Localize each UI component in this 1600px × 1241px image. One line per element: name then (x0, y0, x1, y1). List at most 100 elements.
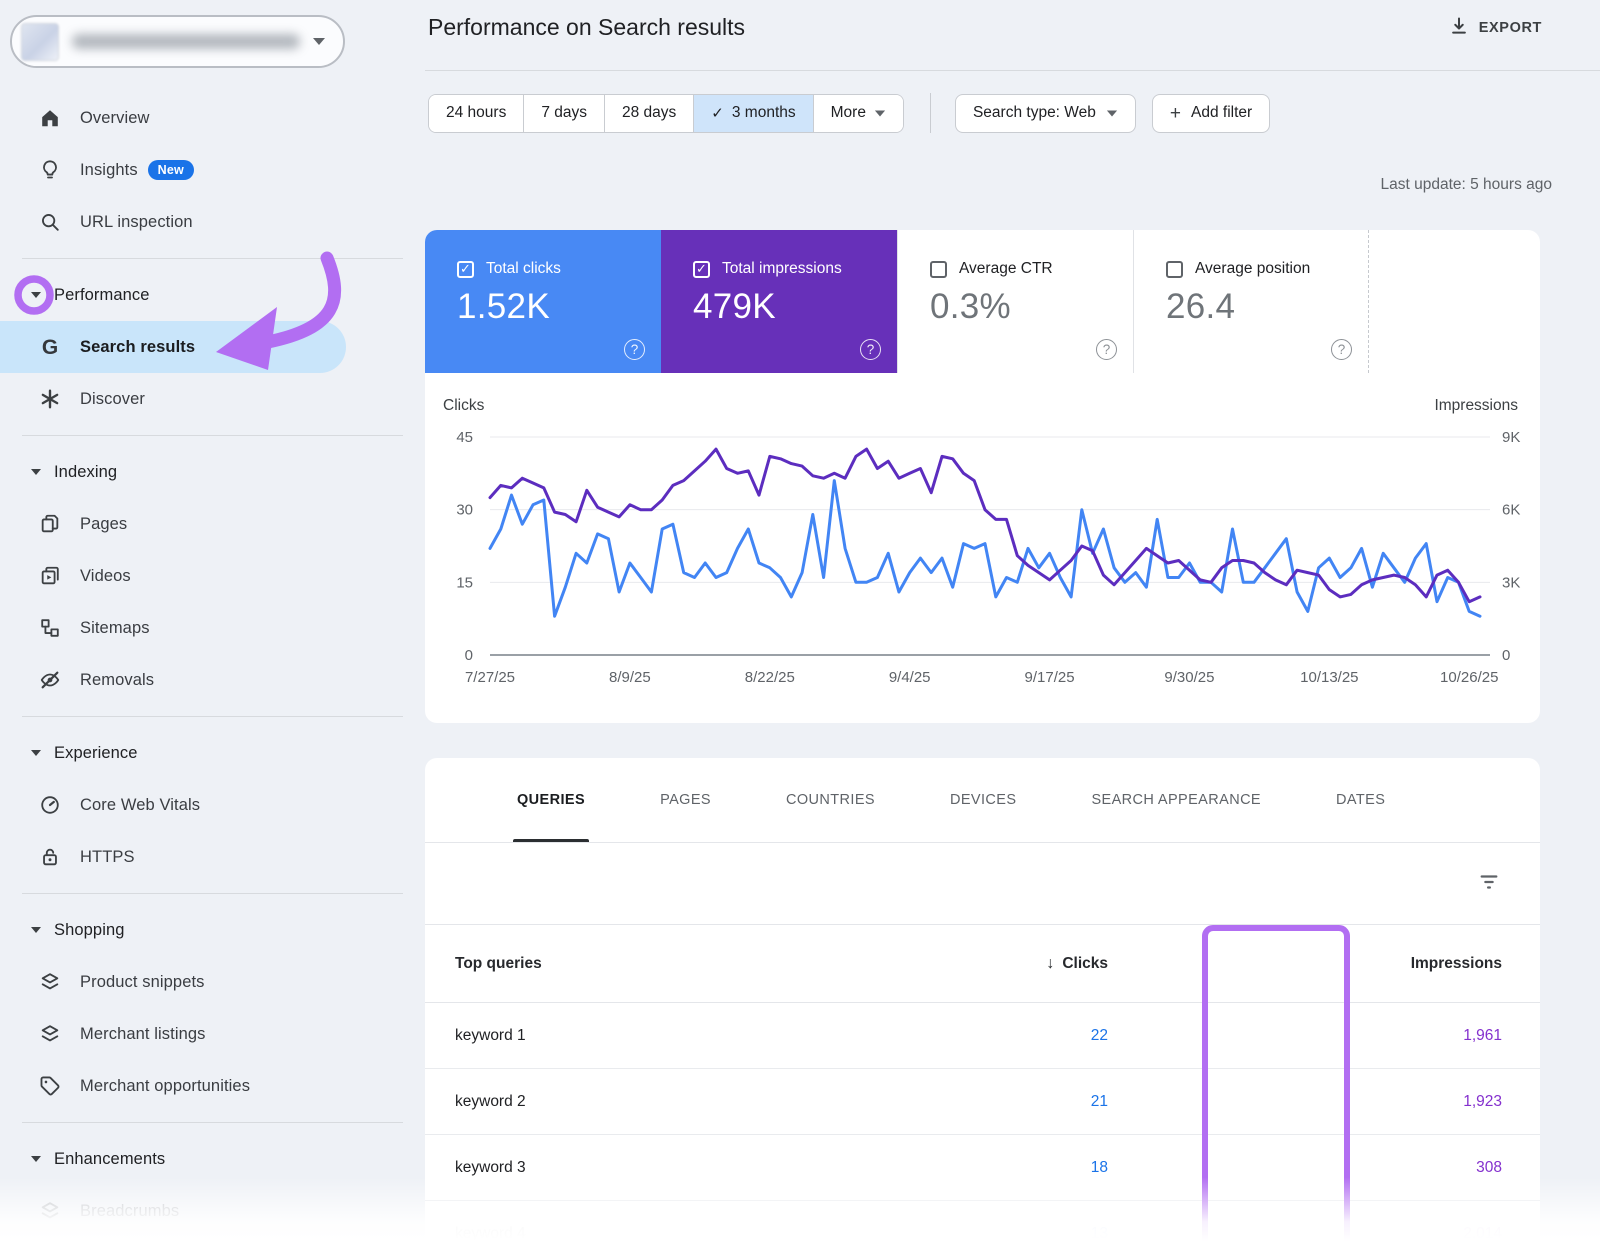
checked-checkbox[interactable]: ✓ (457, 261, 474, 278)
table-row[interactable]: keyword 3 18 308 (425, 1135, 1540, 1201)
date-range-group: 24 hours 7 days28 days✓3 monthsMore (428, 94, 904, 133)
clicks-cell[interactable]: 18 (1008, 1159, 1108, 1177)
clicks-cell[interactable]: 13 (1008, 1225, 1108, 1241)
table-row[interactable]: keyword 4 13 2,014 (425, 1201, 1540, 1241)
query-cell: keyword 2 (425, 1093, 1008, 1111)
date-range-24-hours[interactable]: 24 hours (429, 95, 524, 132)
metric-card-total-impressions[interactable]: ✓ Total impressions 479K ? (661, 230, 897, 373)
table-row[interactable]: keyword 1 22 1,961 (425, 1003, 1540, 1069)
sidebar-item-label: Merchant listings (80, 1025, 206, 1044)
filter-icon[interactable] (1478, 871, 1500, 898)
impressions-cell[interactable]: 1,923 (1343, 1093, 1540, 1111)
metric-card-average-position[interactable]: Average position 26.4 ? (1133, 230, 1369, 373)
queries-table-panel: QUERIES PAGES COUNTRIES DEVICES SEARCH APPEA… (425, 758, 1540, 1241)
query-cell: keyword 4 (425, 1225, 1008, 1241)
sidebar-item-insights[interactable]: InsightsNew (0, 144, 425, 196)
metric-card-total-clicks[interactable]: ✓ Total clicks 1.52K ? (425, 230, 661, 373)
x-axis-tick: 10/26/25 (1440, 669, 1498, 686)
table-filter-row (425, 843, 1540, 925)
tab-countries[interactable]: COUNTRIES (786, 758, 875, 842)
metric-card-average-ctr[interactable]: Average CTR 0.3% ? (897, 230, 1133, 373)
date-range-7-days[interactable]: 7 days (524, 95, 605, 132)
sidebar-item-removals[interactable]: Removals (0, 654, 425, 706)
sidebar-item-label: Discover (80, 390, 145, 409)
sidebar-item-product-snippets[interactable]: Product snippets (0, 956, 425, 1008)
metric-value: 1.52K (457, 287, 661, 327)
impressions-cell[interactable]: 2,014 (1343, 1225, 1540, 1241)
date-range-label: 24 hours (446, 104, 506, 122)
property-selector[interactable] (10, 15, 345, 68)
sidebar-item-core-web-vitals[interactable]: Core Web Vitals (0, 779, 425, 831)
sidebar-item-discover[interactable]: Discover (0, 373, 425, 425)
column-header-impressions[interactable]: Impressions (1343, 955, 1540, 973)
tab-pages[interactable]: PAGES (660, 758, 711, 842)
sidebar-divider (22, 716, 403, 717)
clicks-cell[interactable]: 22 (1008, 1027, 1108, 1045)
help-icon[interactable]: ? (624, 339, 645, 360)
sidebar-item-videos[interactable]: Videos (0, 550, 425, 602)
metric-cards-row: ✓ Total clicks 1.52K ? ✓ Total impressio… (425, 230, 1540, 373)
impressions-cell[interactable]: 308 (1343, 1159, 1540, 1177)
layers-icon (38, 971, 62, 993)
video-icon (38, 565, 62, 587)
sidebar-item-label: URL inspection (80, 213, 193, 232)
home-icon (38, 107, 62, 129)
date-range-28-days[interactable]: 28 days (605, 95, 694, 132)
sidebar-section-label: Shopping (54, 921, 125, 940)
sidebar-item-label: Core Web Vitals (80, 796, 200, 815)
search-type-label: Search type: Web (973, 104, 1096, 122)
table-row[interactable]: keyword 2 21 1,923 (425, 1069, 1540, 1135)
sidebar-section-label: Indexing (54, 463, 117, 482)
export-button[interactable]: EXPORT (1449, 16, 1542, 40)
add-filter-button[interactable]: + Add filter (1152, 94, 1270, 133)
x-axis-tick: 9/4/25 (889, 669, 931, 686)
sidebar-item-pages[interactable]: Pages (0, 498, 425, 550)
clicks-header-label: Clicks (1062, 955, 1108, 973)
metric-value: 0.3% (930, 287, 1133, 327)
sidebar-section-shopping[interactable]: Shopping (0, 904, 425, 956)
column-header-clicks[interactable]: ↓ Clicks (1008, 955, 1108, 973)
clicks-cell[interactable]: 21 (1008, 1093, 1108, 1111)
sidebar-item-overview[interactable]: Overview (0, 92, 425, 144)
help-icon[interactable]: ? (1096, 339, 1117, 360)
sidebar-section-enhancements[interactable]: Enhancements (0, 1133, 425, 1185)
right-axis-tick: 9K (1502, 429, 1520, 446)
plus-icon: + (1170, 104, 1181, 123)
sidebar-item-merchant-listings[interactable]: Merchant listings (0, 1008, 425, 1060)
sidebar-item-sitemaps[interactable]: Sitemaps (0, 602, 425, 654)
sidebar-item-url-inspection[interactable]: URL inspection (0, 196, 425, 248)
sidebar: Overview InsightsNew URL inspection Perf… (0, 0, 425, 1241)
help-icon[interactable]: ? (860, 339, 881, 360)
left-axis-tick: 30 (456, 502, 473, 519)
sidebar-section-experience[interactable]: Experience (0, 727, 425, 779)
tab-queries[interactable]: QUERIES (517, 758, 585, 842)
help-icon[interactable]: ? (1331, 339, 1352, 360)
sidebar-section-performance[interactable]: Performance (0, 269, 425, 321)
chevron-down-icon (26, 927, 46, 933)
search-type-button[interactable]: Search type: Web (955, 94, 1136, 133)
last-update-text: Last update: 5 hours ago (1381, 176, 1553, 194)
checked-checkbox[interactable]: ✓ (693, 261, 710, 278)
line-series-total-impressions (490, 449, 1480, 602)
tab-dates[interactable]: DATES (1336, 758, 1385, 842)
left-axis-tick: 45 (456, 429, 473, 446)
date-range-more[interactable]: More (814, 95, 903, 132)
tab-search-appearance[interactable]: SEARCH APPEARANCE (1091, 758, 1261, 842)
sitemap-icon (38, 617, 62, 639)
sidebar-item-breadcrumbs[interactable]: Breadcrumbs (0, 1185, 425, 1237)
tab-devices[interactable]: DEVICES (950, 758, 1016, 842)
unchecked-checkbox[interactable] (930, 261, 947, 278)
sidebar-item-label: Merchant opportunities (80, 1077, 250, 1096)
sidebar-section-indexing[interactable]: Indexing (0, 446, 425, 498)
sidebar-section-label: Enhancements (54, 1150, 165, 1169)
impressions-cell[interactable]: 1,961 (1343, 1027, 1540, 1045)
x-axis-tick: 9/30/25 (1164, 669, 1214, 686)
date-range-label: 3 months (732, 104, 796, 122)
sidebar-item-https[interactable]: HTTPS (0, 831, 425, 883)
sidebar-item-merchant-opportunities[interactable]: Merchant opportunities (0, 1060, 425, 1112)
sidebar-item-search-results[interactable]: G Search results (0, 321, 425, 373)
unchecked-checkbox[interactable] (1166, 261, 1183, 278)
column-header-top-queries[interactable]: Top queries (425, 955, 1008, 973)
sidebar-section-label: Experience (54, 744, 138, 763)
date-range-3-months[interactable]: ✓3 months (694, 95, 813, 132)
